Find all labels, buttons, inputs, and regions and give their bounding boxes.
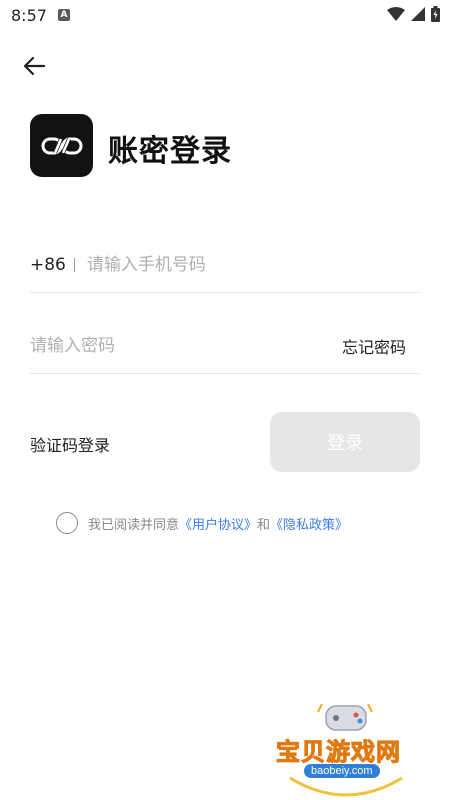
agreement-row: 我已阅读并同意 《用户协议》 和 《隐私政策》	[56, 512, 348, 534]
user-agreement-link[interactable]: 《用户协议》	[179, 514, 257, 533]
back-button[interactable]	[20, 52, 50, 80]
password-field-row: 忘记密码	[30, 318, 420, 374]
status-icons	[387, 6, 440, 22]
watermark-brand-text: 宝贝游戏网	[276, 738, 401, 767]
agreement-conjunction: 和	[257, 517, 271, 533]
phone-field-row: +86	[30, 238, 420, 293]
login-screen: 8:57 A 账密登录 +86 请输入手机号码 忘记密码 验证码登录 登录 我已…	[0, 0, 450, 800]
status-time: 8:57	[11, 6, 47, 25]
link-logo-icon	[41, 137, 82, 154]
back-arrow-icon	[23, 56, 46, 76]
page-title: 账密登录	[108, 134, 232, 169]
battery-icon	[431, 6, 440, 22]
country-code-divider	[73, 258, 75, 272]
privacy-policy-link[interactable]: 《隐私政策》	[270, 514, 348, 533]
login-button[interactable]: 登录	[270, 412, 420, 472]
country-code[interactable]: +86	[30, 255, 66, 275]
watermark-logo: 宝贝游戏网 baobeiy.com	[272, 700, 420, 800]
wifi-icon	[387, 7, 405, 21]
cellular-signal-icon	[411, 7, 425, 21]
agreement-checkbox[interactable]	[56, 512, 78, 534]
phone-input[interactable]	[86, 255, 420, 275]
forgot-password-link[interactable]: 忘记密码	[342, 334, 406, 358]
password-input[interactable]	[30, 335, 342, 356]
agreement-prefix: 我已阅读并同意	[88, 517, 180, 533]
app-logo	[30, 114, 93, 177]
status-bar: 8:57 A	[0, 0, 450, 32]
watermark-domain: baobeiy.com	[304, 764, 380, 778]
sms-code-login-link[interactable]: 验证码登录	[30, 432, 110, 456]
notification-a-icon: A	[58, 9, 70, 21]
